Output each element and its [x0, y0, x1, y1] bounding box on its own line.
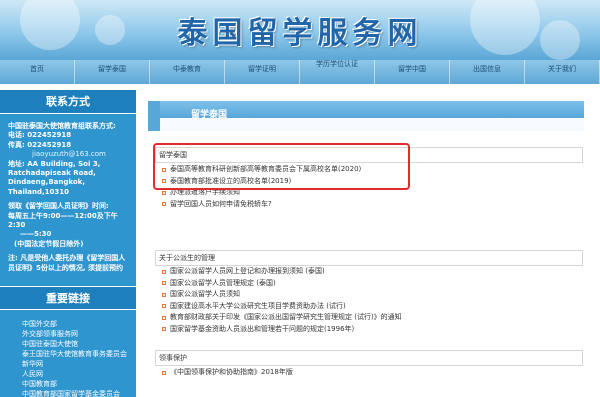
- contact-info: 中国驻泰国大使馆教育组联系方式: 电话: 022452918 传真: 02245…: [0, 114, 136, 273]
- cert-hours-line: 领取《留学回国人员证明》时间:: [8, 202, 109, 211]
- list-item[interactable]: 国家公派留学人员网上登记和办理报到须知 (泰国): [162, 266, 402, 278]
- bullet-icon: [162, 292, 166, 297]
- list-item[interactable]: 《中国领事保护和协助指南》2018年版: [162, 367, 293, 379]
- bullet-icon: [162, 190, 166, 195]
- link-item[interactable]: 人民网: [22, 369, 127, 379]
- main-nav: 首页 留学泰国 中泰教育 留学证明 学历学位认证 留学中国 出国信息 关于我们: [0, 60, 600, 84]
- links-list: 中国外交部 外交部领事服务网 中国驻泰国大使馆 泰王国驻华大使馆教育事务委员会 …: [22, 319, 127, 397]
- content-header-stripe: [148, 101, 160, 131]
- nav-item-study-cert[interactable]: 留学证明: [225, 60, 300, 84]
- link-item[interactable]: 中国教育部国家留学基金委员会: [22, 389, 127, 397]
- cert-note-line: 员证明》5份以上的情况, 须提前预约: [8, 263, 123, 272]
- nav-item-about[interactable]: 关于我们: [525, 60, 600, 84]
- list-item[interactable]: 留学回国人员如何申请免税轿车?: [162, 199, 361, 211]
- bullet-icon: [162, 304, 166, 309]
- bullet-icon: [162, 315, 166, 320]
- list-item-label[interactable]: 国家公派留学人员网上登记和办理报到须知 (泰国): [170, 266, 325, 278]
- link-item[interactable]: 外交部领事服务网: [22, 329, 127, 339]
- sidebar: 联系方式 中国驻泰国大使馆教育组联系方式: 电话: 022452918 传真: …: [0, 90, 136, 397]
- bullet-icon: [162, 370, 166, 375]
- nav-item-degree-auth[interactable]: 学历学位认证: [300, 60, 375, 84]
- contact-address-line: 地址: AA Building, Soi 3,: [8, 159, 101, 168]
- list-item[interactable]: 国家公派留学人员管理规定 (泰国): [162, 278, 402, 290]
- bullet-icon: [162, 327, 166, 332]
- link-item[interactable]: 中国外交部: [22, 319, 127, 329]
- section-list: 《中国领事保护和协助指南》2018年版: [162, 367, 293, 379]
- list-item-label[interactable]: 国家公派留学人员须知: [170, 289, 240, 301]
- nav-item-study-china[interactable]: 留学中国: [375, 60, 450, 84]
- link-item[interactable]: 新华网: [22, 359, 127, 369]
- contact-fax: 传真: 022452918: [8, 140, 72, 149]
- list-item-label[interactable]: 教育部财政部关于印发《国家公派出国留学研究生管理规定 (试行)》的通知: [170, 312, 402, 324]
- list-item-label[interactable]: 国家留学基金资助人员派出和管理若干问题的规定(1996年): [170, 324, 354, 336]
- nav-item-china-thai-edu[interactable]: 中泰教育: [150, 60, 225, 84]
- site-title: 泰国留学服务网: [177, 16, 423, 51]
- list-item-label[interactable]: 国家公派留学人员管理规定 (泰国): [170, 278, 276, 290]
- cert-hours-line: (中国法定节假日除外): [14, 239, 84, 248]
- list-item-label[interactable]: 国家建设高水平大学公派研究生项目学费资助办法 (试行): [170, 301, 346, 313]
- highlight-box: [153, 143, 410, 190]
- site-banner: 泰国留学服务网: [0, 0, 600, 60]
- cert-hours-line: ——5:30: [20, 230, 52, 239]
- content-header-label: 留学泰国: [191, 110, 228, 120]
- contact-phone: 电话: 022452918: [8, 131, 72, 140]
- list-item[interactable]: 教育部财政部关于印发《国家公派出国留学研究生管理规定 (试行)》的通知: [162, 312, 402, 324]
- links-heading: 重要链接: [0, 286, 136, 310]
- contact-address-line: Ratchadapiseak Road,: [8, 169, 96, 178]
- cert-hours-line: 每周五上午9:00——12:00及下午2:30: [8, 211, 118, 230]
- contact-heading: 联系方式: [0, 90, 136, 114]
- content-header: 留学泰国: [148, 101, 584, 131]
- link-item[interactable]: 泰王国驻华大使馆教育事务委员会: [22, 349, 127, 359]
- contact-address-line: Dindaeng,Bangkok, Thailand,10310: [8, 178, 85, 196]
- cert-note-line: 注: 凡是受他人委托办理《留学回国人: [8, 254, 126, 263]
- nav-item-home[interactable]: 首页: [0, 60, 75, 84]
- list-item-label[interactable]: 《中国领事保护和协助指南》2018年版: [170, 367, 293, 379]
- list-item-label[interactable]: 留学回国人员如何申请免税轿车?: [170, 199, 272, 211]
- link-item[interactable]: 中国驻泰国大使馆: [22, 339, 127, 349]
- list-item[interactable]: 国家留学基金资助人员派出和管理若干问题的规定(1996年): [162, 324, 402, 336]
- section-title[interactable]: 关于公派生的管理: [155, 250, 583, 266]
- nav-item-study-thailand[interactable]: 留学泰国: [75, 60, 150, 84]
- nav-item-abroad-info[interactable]: 出国信息: [450, 60, 525, 84]
- contact-email[interactable]: jiaoyuzuth@163.com: [8, 150, 128, 159]
- section-title[interactable]: 领事保护: [155, 350, 583, 366]
- contact-org: 中国驻泰国大使馆教育组联系方式:: [8, 122, 116, 130]
- bullet-icon: [162, 281, 166, 286]
- link-item[interactable]: 中国教育部: [22, 379, 127, 389]
- bullet-icon: [162, 202, 166, 207]
- section-list: 国家公派留学人员网上登记和办理报到须知 (泰国) 国家公派留学人员管理规定 (泰…: [162, 266, 402, 335]
- bullet-icon: [162, 269, 166, 274]
- list-item[interactable]: 国家公派留学人员须知: [162, 289, 402, 301]
- list-item[interactable]: 国家建设高水平大学公派研究生项目学费资助办法 (试行): [162, 301, 402, 313]
